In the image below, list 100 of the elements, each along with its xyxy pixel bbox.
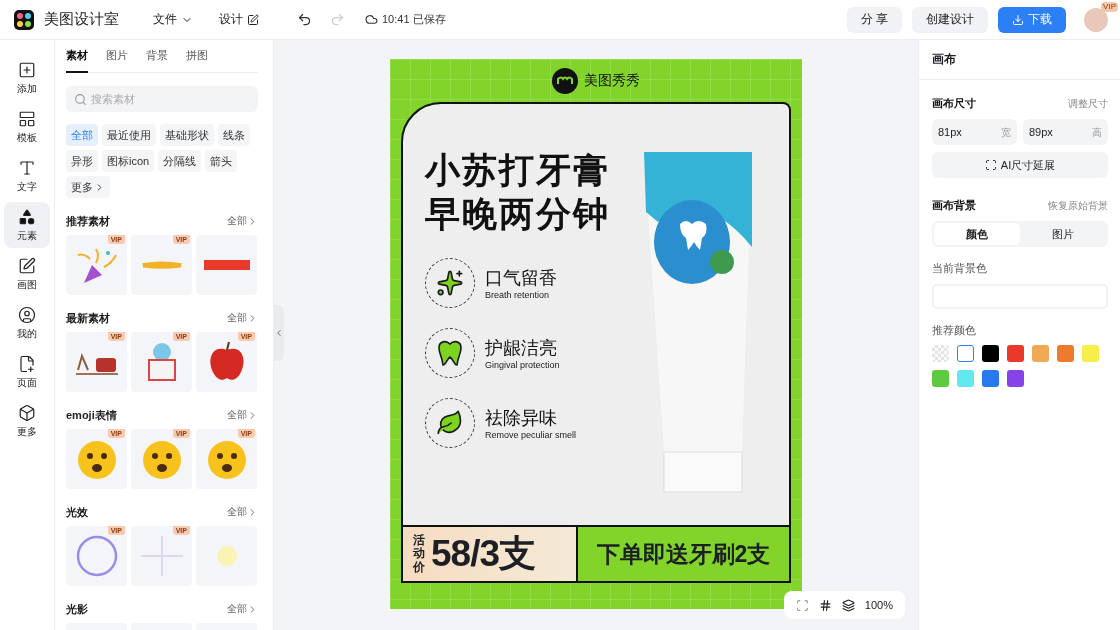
- poster-headline: 小苏打牙膏: [425, 149, 611, 191]
- leaf-icon: [436, 409, 464, 437]
- feature-title: 口气留香: [485, 267, 557, 290]
- sparkle-icon: [436, 269, 464, 297]
- redo-icon: [330, 12, 345, 27]
- color-swatch[interactable]: [1057, 345, 1074, 362]
- panel-tab[interactable]: 背景: [146, 40, 168, 73]
- feature-subtitle: Gingival protection: [485, 360, 560, 370]
- color-swatch[interactable]: [1032, 345, 1049, 362]
- menu-button[interactable]: 设计: [213, 7, 265, 32]
- unit-label: 高: [1092, 126, 1102, 140]
- field-label: 推荐颜色: [932, 323, 976, 338]
- section-title: 光效: [66, 504, 88, 520]
- sidebar-item[interactable]: 文字: [4, 153, 50, 199]
- grid-icon[interactable]: [818, 598, 832, 612]
- asset-thumbnail[interactable]: [196, 526, 257, 586]
- field-label: 当前背景色: [932, 261, 987, 276]
- cloud-icon: [365, 13, 378, 26]
- view-all-link[interactable]: 全部: [227, 214, 258, 228]
- color-swatch[interactable]: [982, 345, 999, 362]
- segment-tab[interactable]: 颜色: [934, 223, 1020, 245]
- layers-icon[interactable]: [841, 598, 855, 612]
- menu-button[interactable]: 文件: [147, 7, 199, 32]
- save-status: 10:41 已保存: [365, 12, 446, 27]
- page-add-icon: [18, 354, 36, 373]
- view-all-link[interactable]: 全部: [227, 311, 258, 325]
- fit-icon[interactable]: [795, 598, 809, 612]
- segment-tab[interactable]: 图片: [1020, 223, 1106, 245]
- filter-chip[interactable]: 线条: [218, 124, 250, 146]
- section-title: emoji表情: [66, 407, 117, 423]
- sidebar-item[interactable]: 画图: [4, 251, 50, 297]
- reset-background-link[interactable]: 恢复原始背景: [1048, 198, 1108, 213]
- resize-icon: [984, 159, 997, 171]
- price-tag: 活动价: [413, 534, 425, 574]
- section-label: 画布背景: [932, 198, 976, 213]
- user-icon: [18, 305, 36, 324]
- collapse-handle[interactable]: [274, 305, 284, 361]
- filter-chip[interactable]: 全部: [66, 124, 98, 146]
- app-name: 美图设计室: [44, 10, 119, 29]
- search-icon: [74, 93, 87, 106]
- transparent-swatch[interactable]: [932, 345, 949, 362]
- color-swatch[interactable]: [1007, 370, 1024, 387]
- color-swatch[interactable]: [1082, 345, 1099, 362]
- search-field[interactable]: 搜索素材: [66, 86, 258, 112]
- more-chip[interactable]: 更多: [66, 176, 110, 198]
- filter-chip[interactable]: 图标icon: [102, 150, 155, 172]
- shapes-icon: [18, 207, 36, 226]
- sidebar-item[interactable]: 我的: [4, 300, 50, 346]
- filter-chip[interactable]: 异形: [66, 150, 98, 172]
- feature-subtitle: Breath retention: [485, 290, 551, 300]
- panel-tab[interactable]: 图片: [106, 40, 128, 73]
- resize-link[interactable]: 调整尺寸: [1068, 96, 1108, 111]
- panel-tab[interactable]: 拼图: [186, 40, 208, 73]
- price: 58/3支: [431, 532, 535, 576]
- zoom-level[interactable]: 100%: [864, 599, 893, 611]
- color-swatch[interactable]: [1007, 345, 1024, 362]
- sidebar-item[interactable]: 更多: [4, 398, 50, 444]
- sidebar-item[interactable]: 添加: [4, 55, 50, 101]
- color-swatch[interactable]: [932, 370, 949, 387]
- sidebar-item[interactable]: 元素: [4, 202, 50, 248]
- box-icon: [18, 403, 36, 422]
- panel-tab[interactable]: 素材: [66, 40, 88, 73]
- section-title: 光影: [66, 601, 88, 617]
- offer-banner: 下单即送牙刷2支: [578, 527, 789, 581]
- section-title: 最新素材: [66, 310, 110, 326]
- color-swatch[interactable]: [957, 345, 974, 362]
- download-button[interactable]: 下载: [998, 6, 1066, 33]
- toolbar-button[interactable]: 分 享: [846, 6, 902, 33]
- edit-icon: [18, 256, 36, 275]
- edit-icon: [247, 13, 259, 26]
- view-all-link[interactable]: 全部: [227, 505, 258, 519]
- undo-icon: [297, 12, 312, 27]
- color-swatch[interactable]: [982, 370, 999, 387]
- filter-chip[interactable]: 最近使用: [102, 124, 156, 146]
- filter-chip[interactable]: 基础形状: [160, 124, 214, 146]
- filter-chip[interactable]: 箭头: [205, 150, 238, 172]
- color-swatch[interactable]: [957, 370, 974, 387]
- plus-icon: [18, 60, 36, 79]
- section-label: 画布尺寸: [932, 96, 976, 111]
- filter-chip[interactable]: 分隔线: [158, 150, 202, 172]
- app-logo: [14, 9, 34, 30]
- sidebar-item[interactable]: 页面: [4, 349, 50, 395]
- sidebar-item[interactable]: 模板: [4, 104, 50, 150]
- feature-title: 祛除异味: [485, 407, 558, 430]
- vip-badge: VIP: [1101, 1, 1118, 12]
- unit-label: 宽: [1001, 126, 1011, 140]
- asset-thumbnail[interactable]: [196, 235, 257, 295]
- feature-subtitle: Remove peculiar smell: [485, 430, 577, 440]
- view-all-link[interactable]: 全部: [227, 408, 258, 422]
- view-all-link[interactable]: 全部: [227, 602, 258, 616]
- download-icon: [1012, 13, 1024, 26]
- toolbar-button[interactable]: 创建设计: [912, 6, 988, 33]
- bar-drawing: [203, 260, 250, 270]
- brand-name: 美图秀秀: [584, 72, 640, 90]
- brand-logo-icon: [552, 68, 578, 94]
- ai-resize-button[interactable]: AI尺寸延展: [932, 152, 1108, 178]
- layout-icon: [18, 109, 36, 128]
- feature-title: 护龈洁亮: [485, 337, 558, 360]
- tooth-icon: [437, 339, 463, 367]
- avatar[interactable]: [1084, 7, 1108, 32]
